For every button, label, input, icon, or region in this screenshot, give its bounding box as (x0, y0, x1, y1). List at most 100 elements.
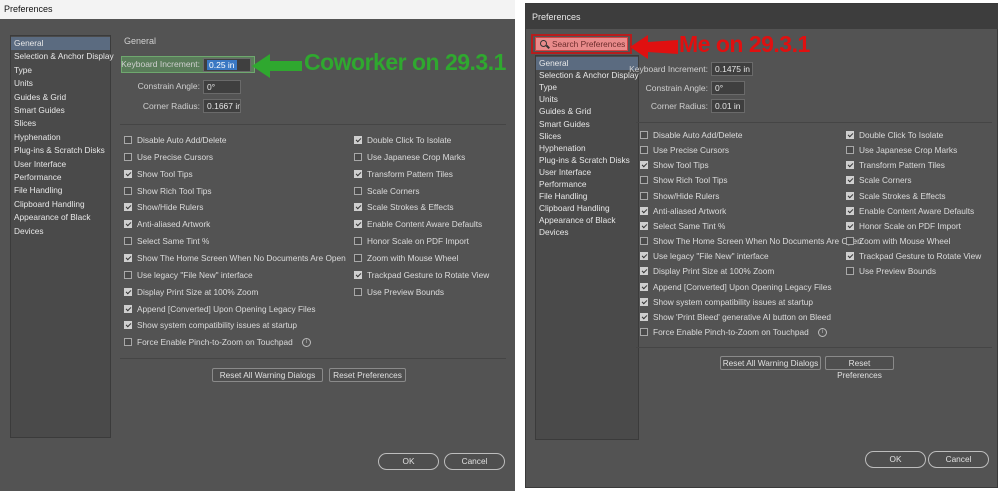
sidebar-item-devices[interactable]: Devices (536, 226, 638, 239)
sidebar-item-slices[interactable]: Slices (536, 130, 638, 143)
sidebar-item-smart-guides[interactable]: Smart Guides (11, 104, 110, 117)
sidebar-item-devices[interactable]: Devices (11, 225, 110, 238)
sidebar-item-slices[interactable]: Slices (11, 117, 110, 130)
checkbox[interactable] (640, 297, 648, 306)
checkbox[interactable] (640, 312, 648, 321)
checkbox[interactable] (846, 176, 854, 185)
sidebar-item-hyphenation[interactable]: Hyphenation (11, 131, 110, 144)
option-label: Trackpad Gesture to Rotate View (859, 251, 982, 262)
checkbox[interactable] (124, 169, 132, 178)
corner-radius-input[interactable]: 0.01 in (711, 99, 745, 113)
option-label: Use Japanese Crop Marks (367, 151, 466, 162)
checkbox[interactable] (124, 237, 132, 246)
sidebar-item-user-interface[interactable]: User Interface (536, 166, 638, 179)
sidebar-item-user-interface[interactable]: User Interface (11, 158, 110, 171)
sidebar-item-clipboard-handling[interactable]: Clipboard Handling (11, 198, 110, 211)
option-label: Show Tool Tips (137, 168, 193, 179)
cancel-button[interactable]: Cancel (444, 453, 505, 470)
checkbox[interactable] (846, 221, 854, 230)
constrain-angle-input[interactable]: 0° (711, 81, 745, 95)
checkbox[interactable] (124, 270, 132, 279)
checkbox[interactable] (124, 186, 132, 195)
sidebar-item-clipboard-handling[interactable]: Clipboard Handling (536, 202, 638, 215)
checkbox[interactable] (124, 304, 132, 313)
keyboard-increment-input[interactable]: 0.25 in (203, 58, 251, 72)
checkbox[interactable] (640, 327, 648, 336)
checkbox[interactable] (354, 152, 362, 161)
checkbox[interactable] (846, 191, 854, 200)
sidebar-item-selection-anchor-display[interactable]: Selection & Anchor Display (536, 69, 639, 82)
sidebar-item-units[interactable]: Units (536, 93, 638, 106)
sidebar-item-plug-ins-scratch-disks[interactable]: Plug-ins & Scratch Disks (11, 144, 110, 157)
checkbox[interactable] (124, 338, 132, 347)
checkbox[interactable] (846, 237, 854, 246)
checkbox[interactable] (354, 237, 362, 246)
sidebar-item-units[interactable]: Units (11, 77, 110, 90)
reset-preferences-button[interactable]: Reset Preferences (825, 356, 894, 380)
checkbox[interactable] (354, 270, 362, 279)
keyboard-increment-input[interactable]: 0.1475 in (711, 62, 753, 76)
reset-warning-dialogs-button[interactable]: Reset All Warning Dialogs (720, 356, 821, 370)
checkbox[interactable] (354, 169, 362, 178)
checkbox[interactable] (354, 186, 362, 195)
checkbox[interactable] (640, 176, 648, 185)
checkbox[interactable] (124, 321, 132, 330)
checkbox[interactable] (640, 267, 648, 276)
sidebar-item-smart-guides[interactable]: Smart Guides (536, 118, 638, 131)
sidebar-item-plug-ins-scratch-disks[interactable]: Plug-ins & Scratch Disks (536, 154, 638, 167)
checkbox[interactable] (354, 253, 362, 262)
constrain-angle-input[interactable]: 0° (203, 80, 241, 94)
checkbox[interactable] (846, 146, 854, 155)
checkbox[interactable] (640, 237, 648, 246)
checkbox[interactable] (640, 161, 648, 170)
option-label: Use Japanese Crop Marks (859, 145, 958, 156)
checkbox[interactable] (124, 152, 132, 161)
checkbox[interactable] (640, 221, 648, 230)
checkbox[interactable] (640, 206, 648, 215)
sidebar-item-selection-anchor-display[interactable]: Selection & Anchor Display (11, 50, 114, 63)
ok-button[interactable]: OK (378, 453, 439, 470)
option-label: Show Tool Tips (653, 160, 709, 171)
checkbox[interactable] (124, 136, 132, 144)
checkbox[interactable] (354, 220, 362, 229)
checkbox[interactable] (846, 161, 854, 170)
checkbox[interactable] (846, 267, 854, 276)
checkbox[interactable] (354, 203, 362, 212)
sidebar-item-performance[interactable]: Performance (536, 178, 638, 191)
checkbox[interactable] (354, 136, 362, 144)
checkbox[interactable] (846, 206, 854, 215)
checkbox[interactable] (124, 253, 132, 262)
reset-preferences-button[interactable]: Reset Preferences (329, 368, 406, 382)
sidebar-item-appearance-of-black[interactable]: Appearance of Black (536, 214, 638, 227)
corner-radius-input[interactable]: 0.1667 in (203, 99, 241, 113)
checkbox[interactable] (124, 287, 132, 296)
checkbox[interactable] (640, 252, 648, 261)
sidebar-item-type[interactable]: Type (11, 64, 110, 77)
sidebar-item-appearance-of-black[interactable]: Appearance of Black (11, 211, 110, 224)
checkbox[interactable] (640, 131, 648, 139)
info-icon[interactable]: i (302, 338, 311, 348)
sidebar-item-file-handling[interactable]: File Handling (11, 184, 110, 197)
sidebar-item-hyphenation[interactable]: Hyphenation (536, 142, 638, 155)
sidebar-item-guides-grid[interactable]: Guides & Grid (536, 105, 638, 118)
reset-warning-dialogs-button[interactable]: Reset All Warning Dialogs (212, 368, 323, 382)
sidebar-item-general[interactable]: General (11, 37, 110, 50)
checkbox[interactable] (640, 191, 648, 200)
option-label: Honor Scale on PDF Import (859, 220, 961, 231)
checkbox[interactable] (640, 146, 648, 155)
checkbox[interactable] (124, 203, 132, 212)
sidebar-item-file-handling[interactable]: File Handling (536, 190, 638, 203)
checkbox[interactable] (124, 220, 132, 229)
checkbox[interactable] (354, 287, 362, 296)
sidebar-item-type[interactable]: Type (536, 81, 638, 94)
info-icon[interactable]: i (818, 327, 827, 337)
sidebar-item-performance[interactable]: Performance (11, 171, 110, 184)
ok-button[interactable]: OK (865, 451, 926, 468)
checkbox[interactable] (640, 282, 648, 291)
checkbox[interactable] (846, 131, 854, 139)
checkbox[interactable] (846, 252, 854, 261)
sidebar-item-general[interactable]: General (536, 57, 638, 70)
keyboard-increment-value: 0.25 in (207, 60, 237, 70)
cancel-button[interactable]: Cancel (928, 451, 989, 468)
sidebar-item-guides-grid[interactable]: Guides & Grid (11, 91, 110, 104)
